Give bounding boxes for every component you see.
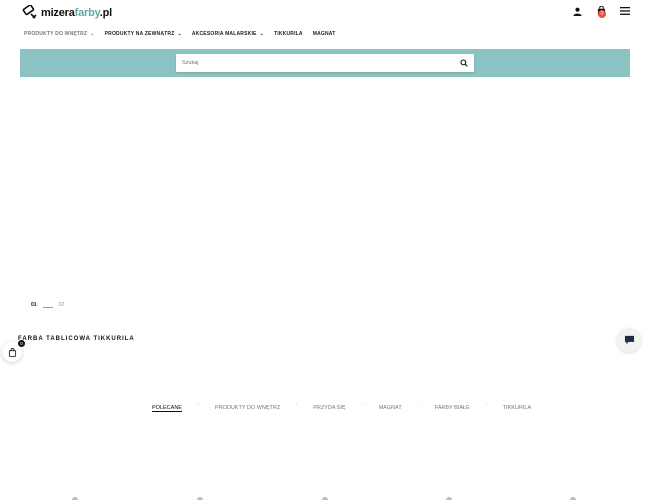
tab-farby-biale[interactable]: FARBY BIAŁE [435,405,470,411]
tab-polecane[interactable]: POLECANE [152,405,182,411]
cart-count-badge: 0 [598,10,606,18]
main-navigation: PRODUKTY DO WNĘTRZ ⌄ PRODUKTY NA ZEWNĄTRZ… [24,31,346,37]
hamburger-menu-icon[interactable] [619,5,631,17]
tab-magnat[interactable]: MAGNAT [379,405,402,411]
chat-button[interactable] [617,328,641,352]
floating-cart-count: 0 [18,340,25,347]
search-icon[interactable] [460,59,468,67]
tab-tikkurila[interactable]: TIKKURILA [503,405,531,411]
slider-pagination: 01 02 [31,302,64,308]
site-logo[interactable]: mizerafarby.pl [22,4,112,22]
search-box [176,54,474,72]
tab-przyda-sie[interactable]: PRZYDA SIĘ [313,405,345,411]
tab-separator: ' [197,403,199,409]
logo-text: mizerafarby.pl [41,7,112,19]
nav-item-produkty-na-zewnatrz[interactable]: PRODUKTY NA ZEWNĄTRZ ⌄ [105,31,182,37]
chevron-down-icon: ⌄ [177,31,182,37]
chat-bubble-icon [624,335,634,345]
paint-roller-logo-icon [22,5,37,19]
tab-separator: ' [361,403,363,409]
user-account-icon[interactable] [571,5,583,17]
tab-produkty-do-wnetrz[interactable]: PRODUKTY DO WNĘTRZ [215,405,280,411]
slider-progress-line [42,306,53,308]
slide-product-title[interactable]: FARBA TABLICOWA TIKKURILA [18,336,135,342]
nav-item-produkty-do-wnetrz[interactable]: PRODUKTY DO WNĘTRZ ⌄ [24,31,95,37]
slider-current-page[interactable]: 01 [31,302,37,308]
nav-item-akcesoria-malarskie[interactable]: AKCESORIA MALARSKIE ⌄ [192,31,264,37]
chevron-down-icon: ⌄ [259,31,264,37]
chevron-down-icon: ⌄ [90,31,95,37]
slider-next-page[interactable]: 02 [59,302,65,308]
product-category-tabs: POLECANE ' PRODUKTY DO WNĘTRZ ' PRZYDA S… [152,403,531,411]
search-input[interactable] [182,60,452,66]
tab-separator: ' [417,403,419,409]
tab-separator: ' [485,403,487,409]
nav-item-tikkurila[interactable]: TIKKURILA [274,31,303,37]
nav-item-magnat[interactable]: MAGNAT [313,31,336,37]
tab-separator: ' [296,403,298,409]
shopping-bag-outline-icon [8,347,16,357]
